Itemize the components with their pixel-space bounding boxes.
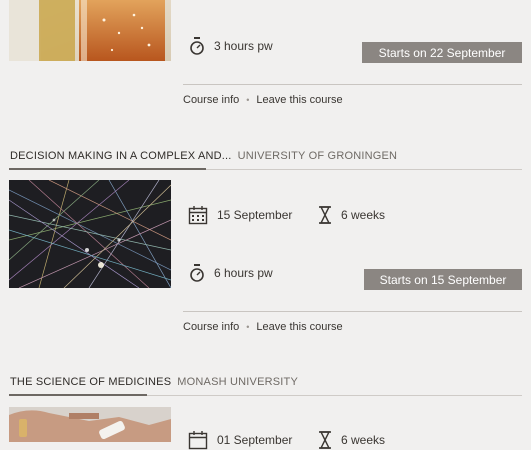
- course-image-glassware: [9, 0, 171, 61]
- calendar-icon: [188, 431, 208, 450]
- course-header: THE SCIENCE OF MEDICINES MONASH UNIVERSI…: [10, 376, 298, 388]
- effort-text: 6 hours pw: [214, 266, 273, 280]
- course-links: Course info • Leave this course: [183, 94, 343, 106]
- university-link[interactable]: UNIVERSITY OF GRONINGEN: [238, 150, 398, 162]
- course-thumbnail[interactable]: [9, 407, 171, 442]
- course-title-link[interactable]: DECISION MAKING IN A COMPLEX AND...: [10, 150, 232, 162]
- course-start-date: 15 September: [188, 205, 292, 225]
- leave-course-link[interactable]: Leave this course: [256, 94, 342, 106]
- course-effort: 3 hours pw: [189, 36, 273, 56]
- stopwatch-icon: [190, 37, 204, 55]
- course-info-link[interactable]: Course info: [183, 321, 239, 333]
- hourglass-icon: [319, 206, 331, 224]
- start-date-text: 01 September: [217, 433, 293, 447]
- divider: [183, 311, 522, 312]
- course-header: DECISION MAKING IN A COMPLEX AND... UNIV…: [10, 150, 397, 162]
- course-image-medicine: [9, 407, 171, 442]
- course-start-date: 01 September: [188, 430, 292, 450]
- link-separator: •: [246, 95, 250, 105]
- leave-course-link[interactable]: Leave this course: [256, 321, 342, 333]
- calendar-icon: [188, 206, 208, 225]
- course-thumbnail[interactable]: [9, 180, 171, 288]
- duration-text: 6 weeks: [341, 433, 386, 447]
- start-date-text: 15 September: [217, 208, 293, 222]
- course-duration: 6 weeks: [318, 205, 385, 225]
- header-underline: [9, 394, 147, 396]
- hourglass-icon: [319, 431, 331, 449]
- university-link[interactable]: MONASH UNIVERSITY: [177, 376, 298, 388]
- stopwatch-icon: [190, 264, 204, 282]
- link-separator: •: [246, 322, 250, 332]
- course-duration: 6 weeks: [318, 430, 385, 450]
- divider: [183, 84, 522, 85]
- start-button[interactable]: Starts on 15 September: [364, 269, 522, 290]
- course-thumbnail[interactable]: [9, 0, 171, 61]
- header-underline: [9, 168, 206, 170]
- effort-text: 3 hours pw: [214, 39, 273, 53]
- start-button[interactable]: Starts on 22 September: [362, 42, 522, 63]
- course-info-link[interactable]: Course info: [183, 94, 239, 106]
- duration-text: 6 weeks: [341, 208, 386, 222]
- course-title-link[interactable]: THE SCIENCE OF MEDICINES: [10, 376, 171, 388]
- course-links: Course info • Leave this course: [183, 321, 343, 333]
- course-image-network: [9, 180, 171, 288]
- course-effort: 6 hours pw: [189, 263, 273, 283]
